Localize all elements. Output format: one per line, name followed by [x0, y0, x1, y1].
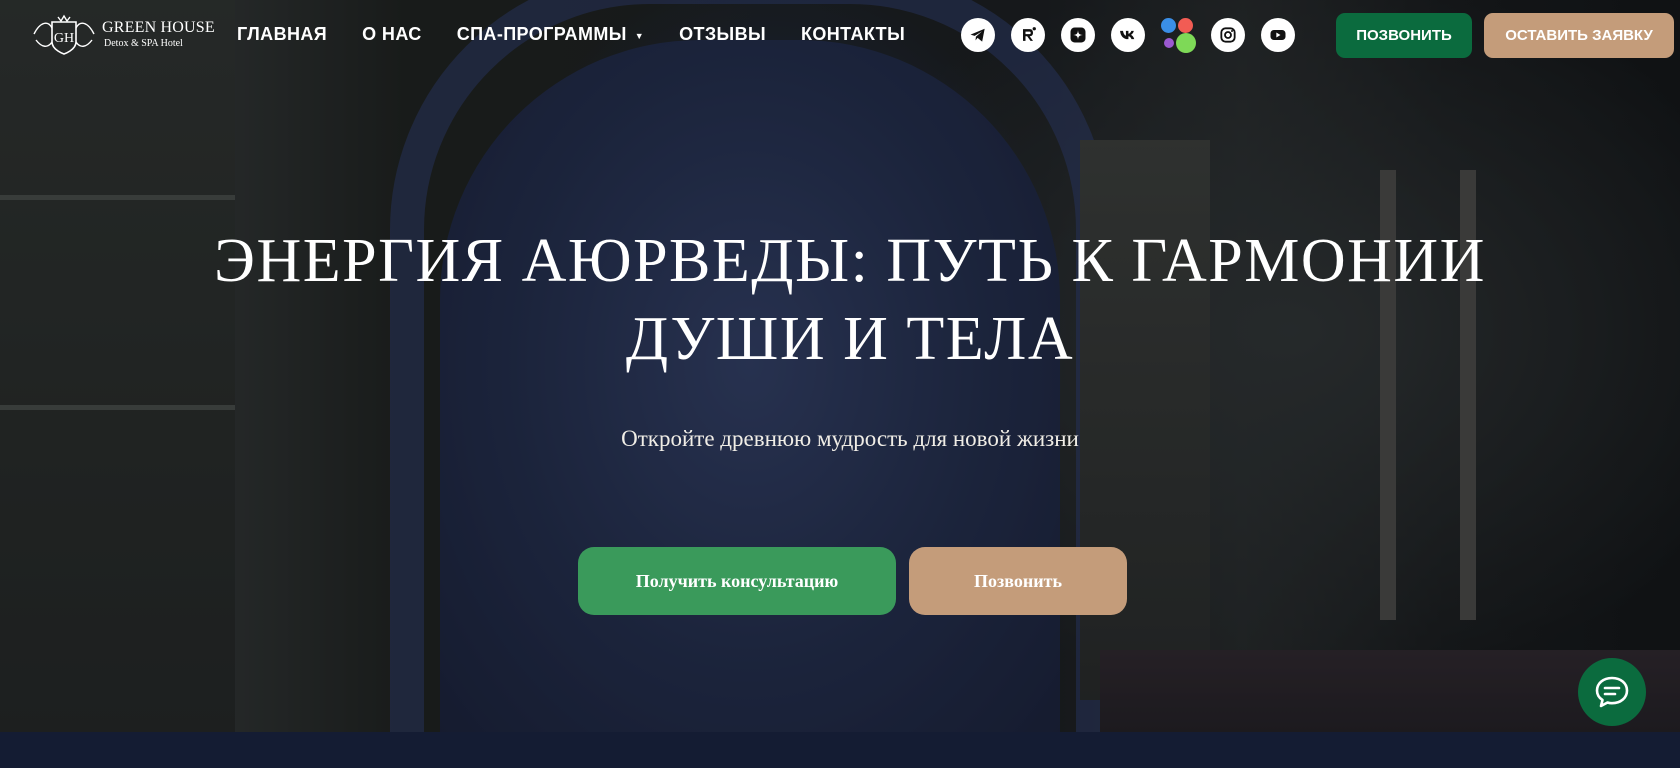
logo-name: GREEN HOUSE [102, 18, 215, 36]
hero-title-line: ЭНЕРГИЯ АЮРВЕДЫ: ПУТЬ К ГАРМОНИИ [214, 227, 1486, 295]
telegram-icon[interactable] [961, 18, 995, 52]
logo-subtitle: Detox & SPA Hotel [104, 37, 183, 49]
main-nav: ГЛАВНАЯ О НАС СПА-ПРОГРАММЫ ▼ ОТЗЫВЫ КОН… [237, 24, 905, 45]
next-section [0, 732, 1680, 768]
vk-icon[interactable] [1111, 18, 1145, 52]
nav-item-home[interactable]: ГЛАВНАЯ [237, 24, 327, 45]
apply-button[interactable]: ОСТАВИТЬ ЗАЯВКУ [1484, 13, 1674, 58]
call-button[interactable]: ПОЗВОНИТЬ [1336, 13, 1472, 58]
get-consultation-button[interactable]: Получить консультацию [578, 547, 896, 615]
hero-title: ЭНЕРГИЯ АЮРВЕДЫ: ПУТЬ К ГАРМОНИИ ДУШИ И … [140, 222, 1560, 378]
hero-call-button[interactable]: Позвонить [909, 547, 1127, 615]
nav-item-spa-programs[interactable]: СПА-ПРОГРАММЫ ▼ [457, 24, 644, 45]
rutube-icon[interactable] [1011, 18, 1045, 52]
instagram-icon[interactable] [1211, 18, 1245, 52]
chevron-down-icon: ▼ [634, 31, 645, 41]
chat-icon [1595, 676, 1629, 708]
site-header: GH GREEN HOUSE Detox & SPA Hotel ГЛАВНАЯ… [0, 0, 1680, 72]
dzen-icon[interactable] [1061, 18, 1095, 52]
social-links [961, 18, 1295, 53]
crest-icon: GH [33, 14, 95, 55]
chat-button[interactable] [1578, 658, 1646, 726]
hero-title-line: ДУШИ И ТЕЛА [625, 305, 1075, 373]
hero-subtitle: Откройте древнюю мудрость для новой жизн… [621, 426, 1079, 451]
youtube-icon[interactable] [1261, 18, 1295, 52]
nav-item-about[interactable]: О НАС [362, 24, 422, 45]
vk-services-icon[interactable] [1161, 18, 1196, 53]
svg-text:GH: GH [54, 31, 74, 46]
logo[interactable]: GH GREEN HOUSE Detox & SPA Hotel [30, 12, 215, 56]
nav-item-contacts[interactable]: КОНТАКТЫ [801, 24, 905, 45]
nav-item-reviews[interactable]: ОТЗЫВЫ [679, 24, 766, 45]
